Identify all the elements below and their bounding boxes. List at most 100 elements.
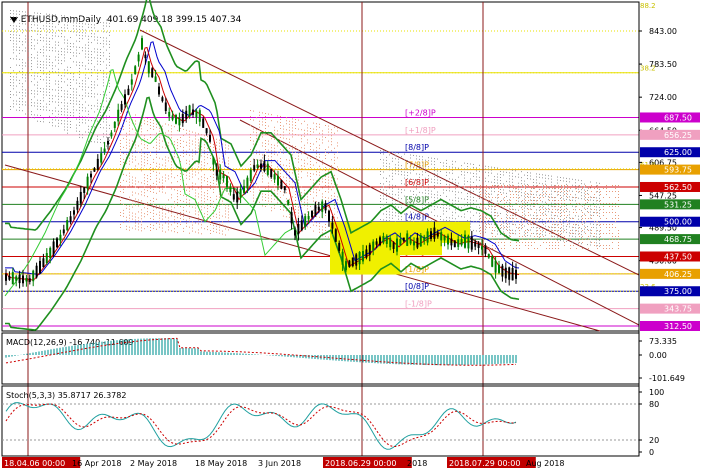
ichimoku-cloud-dot	[606, 218, 607, 219]
ichimoku-cloud-dot	[301, 177, 302, 179]
ichimoku-cloud-dot	[492, 248, 493, 249]
ichimoku-cloud-dot	[192, 167, 193, 169]
ichimoku-cloud-dot	[52, 14, 53, 16]
ichimoku-cloud-dot	[507, 224, 508, 225]
ichimoku-cloud-dot	[507, 215, 508, 216]
ichimoku-cloud-dot	[295, 122, 296, 123]
ichimoku-cloud-dot	[61, 96, 62, 98]
ichimoku-cloud-dot	[510, 200, 511, 201]
ichimoku-cloud-dot	[331, 189, 332, 191]
macd-pane[interactable]: MACD(12,26,9) -16.740 -11.609	[1, 332, 640, 385]
ichimoku-cloud-dot	[91, 24, 92, 26]
price-chart[interactable]: [+2/8]P[+1/8]P[8/8]P[7/8]P[6/8]P[5/8]P[4…	[0, 0, 701, 474]
ichimoku-cloud-dot	[13, 88, 14, 90]
ichimoku-cloud-dot	[225, 189, 226, 191]
ichimoku-cloud-dot	[186, 195, 187, 197]
ichimoku-cloud-dot	[22, 92, 23, 94]
ichimoku-cloud-dot	[510, 194, 511, 195]
stochastic-pane[interactable]: Stoch(5,3,3) 35.8717 26.3782	[1, 385, 640, 457]
ichimoku-cloud-dot	[561, 212, 562, 213]
candle-body	[42, 258, 45, 268]
ichimoku-cloud-dot	[572, 217, 573, 219]
ichimoku-cloud-dot	[510, 233, 511, 234]
ichimoku-cloud-dot	[31, 45, 32, 47]
ichimoku-cloud-dot	[256, 159, 257, 161]
ichimoku-cloud-dot	[204, 138, 205, 140]
ichimoku-cloud-dot	[524, 198, 525, 200]
ichimoku-cloud-dot	[103, 118, 104, 120]
ichimoku-cloud-dot	[28, 41, 29, 43]
candle-body	[181, 113, 184, 124]
ichimoku-cloud-dot	[91, 87, 92, 89]
ichimoku-cloud-dot	[383, 186, 384, 188]
ichimoku-cloud-dot	[519, 242, 520, 243]
ichimoku-cloud-dot	[73, 88, 74, 90]
ichimoku-cloud-dot	[147, 181, 148, 183]
ichimoku-cloud-dot	[560, 198, 561, 199]
ichimoku-cloud-dot	[52, 29, 53, 31]
ichimoku-cloud-dot	[515, 212, 516, 214]
ichimoku-cloud-dot	[106, 145, 107, 147]
ichimoku-cloud-dot	[195, 207, 196, 209]
ichimoku-cloud-dot	[524, 204, 525, 206]
ichimoku-cloud-dot	[480, 233, 481, 234]
ichimoku-cloud-dot	[28, 77, 29, 79]
ichimoku-cloud-dot	[455, 185, 456, 187]
ichimoku-cloud-dot	[132, 215, 133, 217]
candle-body	[402, 237, 405, 242]
ichimoku-cloud-dot	[389, 181, 390, 183]
candle-body	[219, 169, 222, 180]
ichimoku-cloud-dot	[533, 202, 534, 204]
ichimoku-cloud-dot	[575, 185, 576, 187]
ichimoku-cloud-dot	[395, 194, 396, 196]
ichimoku-cloud-dot	[55, 83, 56, 85]
ichimoku-cloud-dot	[183, 218, 184, 220]
ichimoku-cloud-dot	[507, 227, 508, 228]
ichimoku-cloud-dot	[73, 31, 74, 33]
ichimoku-cloud-dot	[37, 15, 38, 17]
ichimoku-cloud-dot	[581, 180, 582, 182]
ichimoku-cloud-dot	[307, 199, 308, 201]
ichimoku-cloud-dot	[398, 191, 399, 193]
ichimoku-cloud-dot	[123, 179, 124, 181]
ichimoku-cloud-dot	[410, 220, 411, 222]
ichimoku-cloud-dot	[19, 10, 20, 12]
ichimoku-cloud-dot	[280, 137, 281, 138]
ichimoku-cloud-dot	[519, 206, 520, 207]
ichimoku-cloud-dot	[228, 211, 229, 213]
stoch-tick-label: 20	[649, 436, 659, 445]
ichimoku-cloud-dot	[141, 128, 142, 130]
ichimoku-cloud-dot	[165, 159, 166, 161]
ichimoku-cloud-dot	[566, 225, 567, 227]
ichimoku-cloud-dot	[316, 192, 317, 194]
ichimoku-cloud-dot	[13, 46, 14, 48]
ichimoku-cloud-dot	[55, 44, 56, 46]
ichimoku-cloud-dot	[552, 227, 553, 228]
ichimoku-cloud-dot	[428, 196, 429, 198]
ichimoku-cloud-dot	[554, 188, 555, 190]
ichimoku-cloud-dot	[100, 127, 101, 128]
ichimoku-cloud-dot	[55, 101, 56, 103]
ichimoku-cloud-dot	[551, 217, 552, 219]
ichimoku-cloud-dot	[16, 103, 17, 105]
main-chart-pane[interactable]: [+2/8]P[+1/8]P[8/8]P[7/8]P[6/8]P[5/8]P[4…	[1, 0, 656, 456]
ichimoku-cloud-dot	[79, 61, 80, 63]
ichimoku-cloud-dot	[596, 224, 597, 226]
ichimoku-cloud-dot	[174, 141, 175, 143]
ichimoku-cloud-dot	[588, 200, 589, 201]
candle-body	[215, 169, 218, 176]
ichimoku-cloud-dot	[497, 203, 498, 205]
ichimoku-cloud-dot	[207, 148, 208, 150]
ichimoku-cloud-dot	[283, 209, 284, 211]
ichimoku-cloud-dot	[516, 200, 517, 201]
ichimoku-cloud-dot	[28, 110, 29, 112]
ichimoku-cloud-dot	[109, 58, 110, 60]
ichimoku-cloud-dot	[434, 188, 435, 190]
ichimoku-cloud-dot	[428, 157, 429, 159]
candle-body	[137, 54, 140, 62]
ichimoku-cloud-dot	[97, 102, 98, 104]
ichimoku-cloud-dot	[132, 152, 133, 154]
ichimoku-cloud-dot	[519, 221, 520, 222]
ichimoku-cloud-dot	[558, 203, 559, 204]
ichimoku-cloud-dot	[486, 197, 487, 198]
